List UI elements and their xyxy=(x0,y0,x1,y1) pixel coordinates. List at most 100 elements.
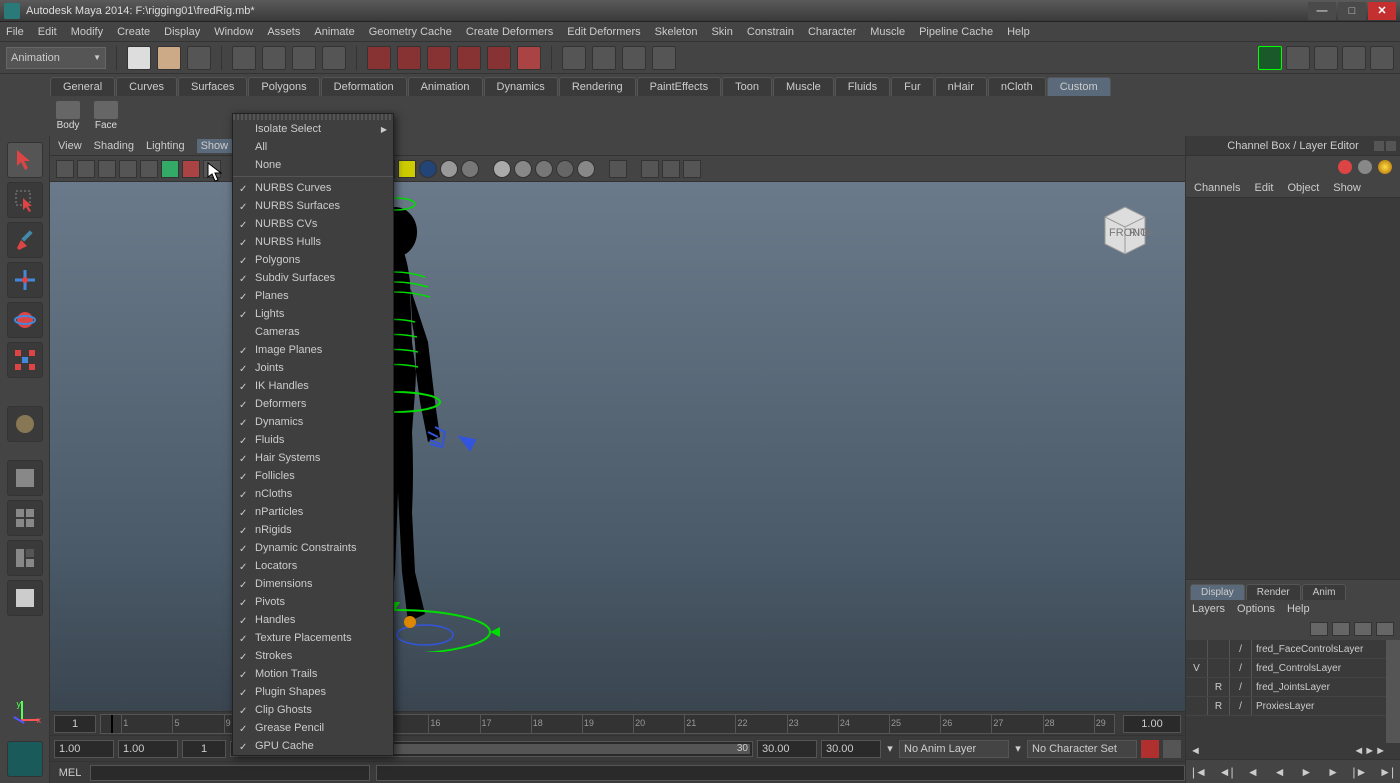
xray-icon[interactable] xyxy=(641,160,659,178)
menu-display[interactable]: Display xyxy=(164,26,200,38)
go-to-end-button[interactable]: ►| xyxy=(1377,764,1397,780)
layer-tab-anim[interactable]: Anim xyxy=(1302,584,1347,600)
snap-grid-icon[interactable] xyxy=(367,46,391,70)
toolbox-icon-4[interactable] xyxy=(1370,46,1394,70)
safe-action-icon[interactable] xyxy=(203,160,221,178)
show-menu-strokes[interactable]: Strokes xyxy=(233,647,393,665)
shelf-tab-toon[interactable]: Toon xyxy=(722,77,772,96)
time-slider[interactable]: 1 1591314151617181920212223242526272829 … xyxy=(50,711,1185,735)
step-forward-key-button[interactable]: |► xyxy=(1350,764,1370,780)
menu-geometry-cache[interactable]: Geometry Cache xyxy=(369,26,452,38)
playback-start-field[interactable]: 1.00 xyxy=(118,740,178,758)
panel-menu-shading[interactable]: Shading xyxy=(94,140,134,152)
show-menu-dynamic-constraints[interactable]: Dynamic Constraints xyxy=(233,539,393,557)
show-menu-follicles[interactable]: Follicles xyxy=(233,467,393,485)
menu-create-deformers[interactable]: Create Deformers xyxy=(466,26,553,38)
prefs-icon[interactable] xyxy=(1163,740,1181,758)
show-menu-joints[interactable]: Joints xyxy=(233,359,393,377)
menu-file[interactable]: File xyxy=(6,26,24,38)
character-set-select[interactable]: No Character Set xyxy=(1027,740,1137,758)
cb-tab-channels[interactable]: Channels xyxy=(1194,182,1240,194)
camera-icon[interactable] xyxy=(56,160,74,178)
bookmark-icon[interactable] xyxy=(77,160,95,178)
shelf-group-face[interactable]: Face xyxy=(94,101,118,131)
go-to-start-button[interactable]: |◄ xyxy=(1189,764,1209,780)
layer-move-up-icon[interactable] xyxy=(1310,622,1328,636)
play-forward-button[interactable]: ► xyxy=(1296,764,1316,780)
show-menu-handles[interactable]: Handles xyxy=(233,611,393,629)
command-input[interactable] xyxy=(90,765,370,781)
show-menu-gpu-cache[interactable]: GPU Cache xyxy=(233,737,393,755)
step-back-button[interactable]: ◄ xyxy=(1243,764,1263,780)
cb-tab-edit[interactable]: Edit xyxy=(1254,182,1273,194)
render-icon[interactable] xyxy=(562,46,586,70)
menu-character[interactable]: Character xyxy=(808,26,856,38)
hyper-icon[interactable] xyxy=(1378,160,1392,174)
shelf-tab-ncloth[interactable]: nCloth xyxy=(988,77,1046,96)
magnet-icon[interactable] xyxy=(517,46,541,70)
menu-modify[interactable]: Modify xyxy=(71,26,103,38)
show-menu-subdiv-surfaces[interactable]: Subdiv Surfaces xyxy=(233,269,393,287)
layout-single-icon[interactable] xyxy=(7,460,43,496)
shelf-tab-general[interactable]: General xyxy=(50,77,115,96)
open-scene-icon[interactable] xyxy=(157,46,181,70)
show-menu-lights[interactable]: Lights xyxy=(233,305,393,323)
show-menu-dimensions[interactable]: Dimensions xyxy=(233,575,393,593)
show-menu-nurbs-hulls[interactable]: NURBS Hulls xyxy=(233,233,393,251)
show-menu-ncloths[interactable]: nCloths xyxy=(233,485,393,503)
layer-tab-display[interactable]: Display xyxy=(1190,584,1245,600)
shelf-tab-animation[interactable]: Animation xyxy=(408,77,483,96)
range-current[interactable]: 1 xyxy=(182,740,226,758)
layer-row[interactable]: /fred_FaceControlsLayer xyxy=(1186,640,1400,659)
show-menu-dynamics[interactable]: Dynamics xyxy=(233,413,393,431)
view-cube[interactable]: FRONT RIGHT xyxy=(1095,202,1155,257)
render-view-icon[interactable] xyxy=(652,46,676,70)
toolbox-icon-3[interactable] xyxy=(1342,46,1366,70)
cb-tab-show[interactable]: Show xyxy=(1333,182,1361,194)
shelf-tab-rendering[interactable]: Rendering xyxy=(559,77,636,96)
toolbox-icon-2[interactable] xyxy=(1314,46,1338,70)
shelf-tab-nhair[interactable]: nHair xyxy=(935,77,987,96)
shelf-tab-fur[interactable]: Fur xyxy=(891,77,934,96)
le-menu-layers[interactable]: Layers xyxy=(1192,603,1225,615)
maya-logo-icon[interactable] xyxy=(7,741,43,777)
lasso-tool[interactable] xyxy=(7,182,43,218)
layer-new-selected-icon[interactable] xyxy=(1376,622,1394,636)
show-menu-clip-ghosts[interactable]: Clip Ghosts xyxy=(233,701,393,719)
show-menu-none[interactable]: None xyxy=(233,156,393,174)
menu-pipeline-cache[interactable]: Pipeline Cache xyxy=(919,26,993,38)
panel-menu-lighting[interactable]: Lighting xyxy=(146,140,185,152)
dof-icon[interactable] xyxy=(577,160,595,178)
show-menu-nurbs-surfaces[interactable]: NURBS Surfaces xyxy=(233,197,393,215)
shelf-tab-surfaces[interactable]: Surfaces xyxy=(178,77,247,96)
le-menu-help[interactable]: Help xyxy=(1287,603,1310,615)
le-menu-options[interactable]: Options xyxy=(1237,603,1275,615)
flat-shade-icon[interactable] xyxy=(440,160,458,178)
wireframe-icon[interactable] xyxy=(398,160,416,178)
undo-icon[interactable] xyxy=(232,46,256,70)
show-menu-ik-handles[interactable]: IK Handles xyxy=(233,377,393,395)
resolution-gate-icon[interactable] xyxy=(140,160,158,178)
shelf-tab-deformation[interactable]: Deformation xyxy=(321,77,407,96)
snap-curve-icon[interactable] xyxy=(397,46,421,70)
layer-new-empty-icon[interactable] xyxy=(1354,622,1372,636)
shelf-tab-polygons[interactable]: Polygons xyxy=(248,77,319,96)
isolate-icon[interactable] xyxy=(609,160,627,178)
render-settings-icon[interactable] xyxy=(622,46,646,70)
smooth-shade-icon[interactable] xyxy=(419,160,437,178)
panel-close-icon[interactable] xyxy=(1386,141,1396,151)
image-plane-icon[interactable] xyxy=(98,160,116,178)
menu-edit[interactable]: Edit xyxy=(38,26,57,38)
shelf-tab-fluids[interactable]: Fluids xyxy=(835,77,890,96)
textured-icon[interactable] xyxy=(461,160,479,178)
menu-assets[interactable]: Assets xyxy=(267,26,300,38)
shelf-tab-custom[interactable]: Custom xyxy=(1047,77,1111,96)
show-menu-planes[interactable]: Planes xyxy=(233,287,393,305)
show-menu-isolate-select[interactable]: Isolate Select▶ xyxy=(233,120,393,138)
show-menu-cameras[interactable]: Cameras xyxy=(233,323,393,341)
panel-menu-view[interactable]: View xyxy=(58,140,82,152)
scale-tool[interactable] xyxy=(7,342,43,378)
ipr-icon[interactable] xyxy=(592,46,616,70)
menu-muscle[interactable]: Muscle xyxy=(870,26,905,38)
layout-script-icon[interactable] xyxy=(7,580,43,616)
